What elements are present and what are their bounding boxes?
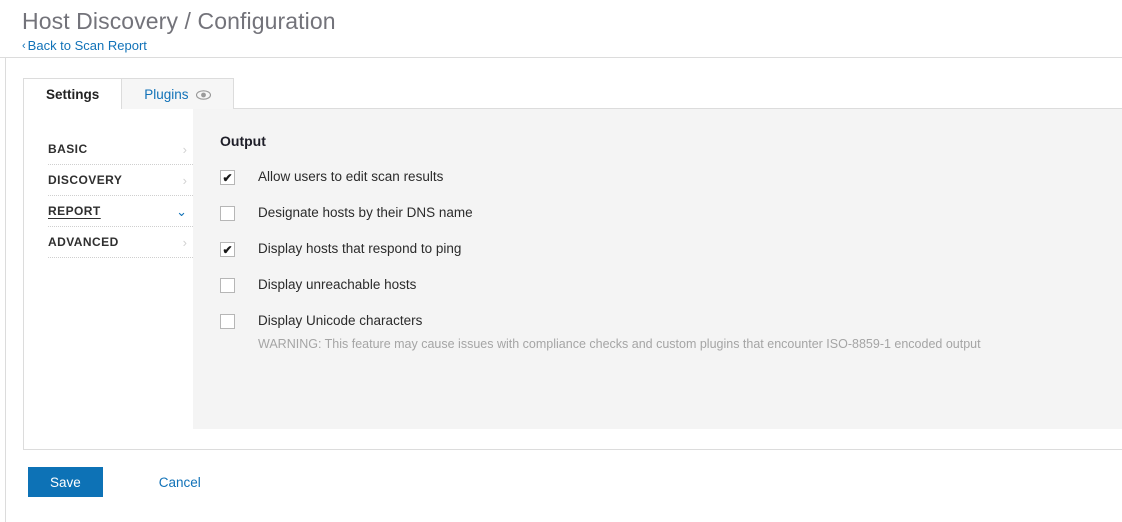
checkbox-allow-users-to-edit-scan-results[interactable]: ✔ (220, 170, 235, 185)
option-label: Display unreachable hosts (258, 277, 417, 292)
checkbox-designate-hosts-by-their-dns-name[interactable]: ✔ (220, 206, 235, 221)
option-row: ✔ Display Unicode characters WARNING: Th… (220, 313, 1122, 352)
sidebar-item-label: ADVANCED (48, 235, 119, 249)
cancel-button[interactable]: Cancel (153, 474, 207, 491)
settings-side-nav: BASIC › DISCOVERY › REPORT ⌄ ADVANCED › (24, 125, 193, 449)
chevron-right-icon: › (182, 234, 187, 250)
option-warning-text: WARNING: This feature may cause issues w… (258, 337, 981, 351)
checkbox-display-unicode-characters[interactable]: ✔ (220, 314, 235, 329)
option-label: Display Unicode characters (258, 313, 423, 328)
eye-icon (195, 90, 211, 100)
section-title-output: Output (220, 133, 266, 149)
tab-settings-label: Settings (46, 86, 100, 102)
tab-plugins[interactable]: Plugins (121, 78, 234, 109)
back-to-scan-report-link[interactable]: ‹ Back to Scan Report (22, 37, 147, 56)
tab-bar: Settings Plugins (23, 78, 234, 109)
chevron-right-icon: › (182, 172, 187, 188)
page-header: Host Discovery / Configuration ‹ Back to … (0, 0, 1122, 58)
page-title: Host Discovery / Configuration (22, 8, 336, 34)
chevron-right-icon: › (182, 141, 187, 157)
page-body: Settings Plugins BASIC › DISCOVERY › REP… (5, 58, 1122, 522)
sidebar-item-advanced[interactable]: ADVANCED › (48, 227, 193, 258)
option-label: Allow users to edit scan results (258, 169, 444, 184)
option-row: ✔ Allow users to edit scan results (220, 169, 1122, 185)
chevron-down-icon: ⌄ (176, 203, 187, 219)
chevron-left-icon: ‹ (22, 40, 26, 52)
sidebar-item-label: REPORT (48, 204, 101, 218)
sidebar-item-report[interactable]: REPORT ⌄ (48, 196, 193, 227)
save-button[interactable]: Save (28, 467, 103, 497)
sidebar-item-basic[interactable]: BASIC › (48, 134, 193, 165)
option-label: Designate hosts by their DNS name (258, 205, 473, 220)
sidebar-item-discovery[interactable]: DISCOVERY › (48, 165, 193, 196)
check-icon: ✔ (222, 242, 233, 257)
settings-card: BASIC › DISCOVERY › REPORT ⌄ ADVANCED › (23, 108, 1122, 450)
check-icon: ✔ (222, 170, 233, 185)
sidebar-item-label: BASIC (48, 142, 88, 156)
form-footer: Save Cancel (28, 467, 207, 497)
checkbox-display-unreachable-hosts[interactable]: ✔ (220, 278, 235, 293)
checkbox-display-hosts-that-respond-to-ping[interactable]: ✔ (220, 242, 235, 257)
sidebar-item-label: DISCOVERY (48, 173, 123, 187)
option-row: ✔ Display unreachable hosts (220, 277, 1122, 293)
back-link-label: Back to Scan Report (27, 38, 147, 53)
tab-settings[interactable]: Settings (23, 78, 123, 109)
option-row: ✔ Designate hosts by their DNS name (220, 205, 1122, 221)
option-label: Display hosts that respond to ping (258, 241, 462, 256)
output-settings-panel: Output ✔ Allow users to edit scan result… (193, 109, 1122, 429)
option-row: ✔ Display hosts that respond to ping (220, 241, 1122, 257)
tab-plugins-label: Plugins (144, 86, 189, 102)
